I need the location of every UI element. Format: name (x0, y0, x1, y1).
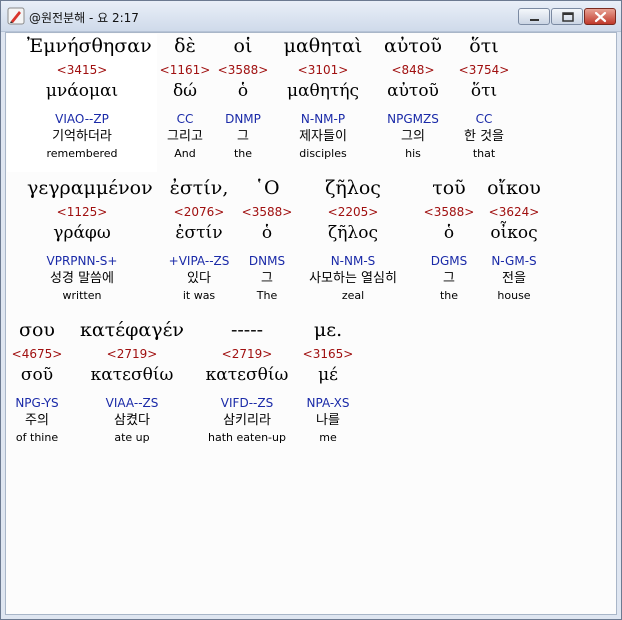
strong-number[interactable]: <3754> (429, 61, 539, 79)
app-window: @원전분해 - 요 2:17 Ἐμνήσθησαν <3415> μνάομαι… (0, 0, 622, 620)
korean-gloss: 기억하더라 (52, 129, 112, 144)
english-gloss: me (319, 431, 337, 444)
app-pencil-icon (7, 7, 25, 25)
morph-code: N-GM-S (491, 254, 537, 268)
word-14[interactable]: κατέφαγέν <2719> κατεσθίω VIAA--ZS 삼켰다 a… (77, 317, 187, 446)
greek-word: οἴκου (487, 177, 541, 199)
lemma: μνάομαι (45, 81, 119, 101)
lemma: γράφω (53, 223, 111, 243)
strong-number[interactable]: <2205> (298, 203, 408, 221)
morph-code: NPA-XS (306, 396, 350, 410)
english-gloss: zeal (341, 289, 365, 302)
morph-code: N-NM-S (330, 254, 376, 268)
english-gloss: house (497, 289, 531, 302)
morph-code: VPRPNN-S+ (46, 254, 118, 268)
close-icon (594, 11, 607, 23)
korean-gloss: 삼켰다 (114, 413, 150, 428)
minimize-icon (530, 19, 539, 21)
lemma: ζῆλος (328, 223, 378, 243)
morph-code: CC (475, 112, 493, 126)
word-6[interactable]: ὅτι <3754> ὅτι CC 한 것을 that (429, 33, 539, 162)
maximize-button[interactable] (551, 8, 583, 25)
korean-gloss: 나를 (316, 413, 340, 428)
strong-number[interactable]: <3415> (27, 61, 137, 79)
korean-gloss: 한 것을 (463, 129, 504, 144)
close-button[interactable] (584, 8, 616, 25)
word-7[interactable]: γεγραμμένον <1125> γράφω VPRPNN-S+ 성경 말씀… (27, 175, 153, 304)
greek-word: ζῆλος (325, 177, 381, 199)
lemma: μέ (318, 365, 338, 385)
word-12[interactable]: οἴκου <3624> οἶκος N-GM-S 전을 house (459, 175, 569, 304)
korean-gloss: 성경 말씀에 (50, 271, 114, 286)
window-title: @원전분해 - 요 2:17 (29, 11, 139, 25)
strong-number[interactable]: <1125> (27, 203, 137, 221)
maximize-icon (562, 12, 574, 22)
strong-number[interactable]: <3624> (459, 203, 569, 221)
lemma: οἶκος (490, 223, 538, 243)
strong-number[interactable]: <3165> (273, 345, 383, 363)
greek-word: Ἐμνήσθησαν (27, 35, 152, 57)
korean-gloss: 전을 (502, 271, 526, 286)
word-16[interactable]: με. <3165> μέ NPA-XS 나를 me (273, 317, 383, 446)
title-bar[interactable]: @원전분해 - 요 2:17 (1, 1, 621, 32)
minimize-button[interactable] (518, 8, 550, 25)
greek-word: ὅτι (469, 35, 499, 57)
greek-word: κατέφαγέν (80, 319, 184, 341)
english-gloss: ate up (114, 431, 150, 444)
morph-code: VIAO--ZP (55, 112, 109, 126)
morph-code: VIAA--ZS (105, 396, 159, 410)
english-gloss: remembered (46, 147, 118, 160)
word-1[interactable]: Ἐμνήσθησαν <3415> μνάομαι VIAO--ZP 기억하더라… (27, 33, 152, 162)
korean-gloss: 사모하는 열심히 (309, 271, 397, 286)
english-gloss: written (62, 289, 102, 302)
word-10[interactable]: ζῆλος <2205> ζῆλος N-NM-S 사모하는 열심히 zeal (298, 175, 408, 304)
lemma: κατεσθίω (90, 365, 174, 385)
lemma: ὅτι (470, 81, 498, 101)
english-gloss: that (472, 147, 496, 160)
strong-number[interactable]: <2719> (77, 345, 187, 363)
greek-word: με. (313, 319, 343, 341)
interlinear-panel[interactable]: Ἐμνήσθησαν <3415> μνάομαι VIAO--ZP 기억하더라… (5, 32, 617, 615)
greek-word: γεγραμμένον (27, 177, 153, 199)
